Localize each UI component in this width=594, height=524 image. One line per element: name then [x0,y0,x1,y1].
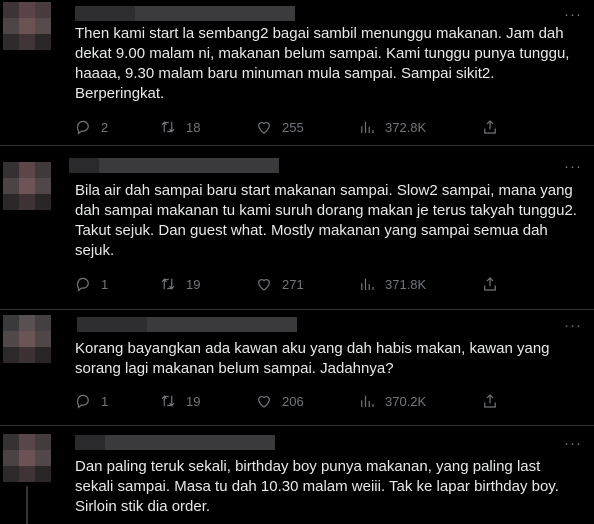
reply-icon [76,394,89,409]
action-bar: 1 19 271 371.8K [74,274,504,294]
thread-line [26,486,28,524]
share-icon [484,394,496,408]
tweet-text: Korang bayangkan ada kawan aku yang dah … [75,340,550,377]
retweet-icon [161,121,175,133]
retweet-count: 19 [186,276,201,292]
views-count: 371.8K [385,276,427,292]
retweet-count: 18 [186,119,201,135]
share-button[interactable] [481,274,499,294]
reply-button[interactable]: 1 [74,274,108,294]
action-bar: 2 18 255 372.8K [74,117,504,137]
views-count: 372.8K [385,119,427,135]
views-icon [361,121,374,133]
reply-count: 1 [101,276,109,292]
like-button[interactable]: 206 [255,391,304,411]
avatar[interactable] [3,162,51,210]
avatar[interactable] [3,2,51,50]
more-icon[interactable]: ··· [564,318,582,333]
share-icon [484,120,496,134]
tweet-text: Dan paling teruk sekali, birthday boy pu… [75,458,559,515]
retweet-button[interactable]: 18 [159,117,200,137]
more-icon[interactable]: ··· [564,159,582,174]
tweet-text: Bila air dah sampai baru start makanan s… [75,182,577,259]
views-count: 370.2K [385,393,427,409]
tweet-2[interactable]: ··· Bila air dah sampai baru start makan… [0,146,594,310]
heart-icon [258,396,270,408]
avatar[interactable] [3,315,51,363]
tweet-1[interactable]: ··· Then kami start la sembang2 bagai sa… [0,0,594,146]
views-button[interactable]: 371.8K [358,274,426,294]
like-count: 271 [282,276,304,292]
reply-count: 2 [101,119,109,135]
retweet-button[interactable]: 19 [159,274,200,294]
heart-icon [258,122,270,134]
action-bar: 1 19 206 370.2K [74,391,504,411]
more-icon[interactable]: ··· [564,436,582,451]
like-button[interactable]: 255 [255,117,304,137]
reply-icon [76,120,89,135]
reply-count: 1 [101,393,109,409]
share-button[interactable] [481,117,499,137]
like-button[interactable]: 271 [255,274,304,294]
retweet-icon [161,278,175,290]
reply-icon [76,277,89,292]
retweet-count: 19 [186,393,201,409]
heart-icon [258,279,270,291]
reply-button[interactable]: 2 [74,117,108,137]
retweet-button[interactable]: 19 [159,391,200,411]
tweet-3[interactable]: ··· Korang bayangkan ada kawan aku yang … [0,310,594,426]
avatar[interactable] [3,434,51,482]
reply-button[interactable]: 1 [74,391,108,411]
retweet-icon [161,395,175,407]
share-button[interactable] [481,391,499,411]
views-button[interactable]: 370.2K [358,391,426,411]
tweet-text: Then kami start la sembang2 bagai sambil… [75,25,570,102]
like-count: 255 [282,119,304,135]
views-icon [361,278,374,290]
views-icon [361,395,374,407]
like-count: 206 [282,393,304,409]
share-icon [484,277,496,291]
views-button[interactable]: 372.8K [358,117,426,137]
more-icon[interactable]: ··· [564,7,582,22]
tweet-4[interactable]: ··· Dan paling teruk sekali, birthday bo… [0,426,594,524]
